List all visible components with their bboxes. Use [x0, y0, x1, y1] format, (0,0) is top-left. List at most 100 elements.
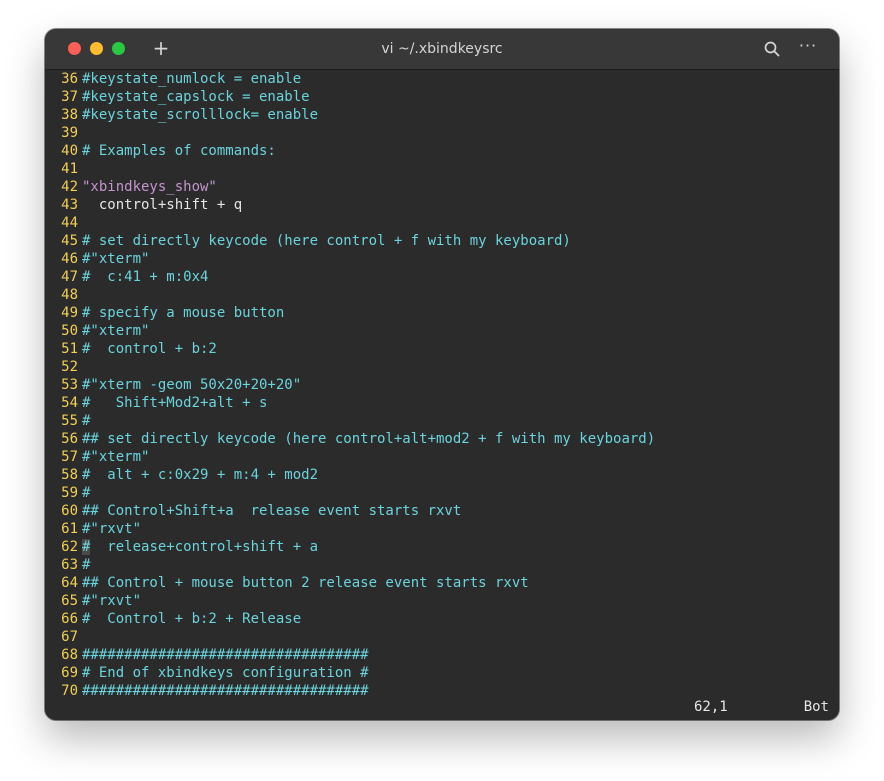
line-number: 50 [61, 323, 78, 339]
line-text-rest: release+control+shift + a [90, 539, 319, 555]
line-text: #keystate_scrolllock= enable [82, 107, 319, 123]
editor-line[interactable]: 45 # set directly keycode (here control +… [53, 232, 839, 250]
line-number: 43 [61, 197, 78, 213]
line-text: control+shift + q [82, 197, 243, 213]
editor-line[interactable]: 40 # Examples of commands: [53, 142, 839, 160]
line-text: #"xterm" [82, 251, 150, 267]
scroll-indicator: Bot [803, 699, 829, 715]
line-text: ################################## [82, 647, 369, 663]
line-number: 65 [61, 593, 78, 609]
editor-lines: 36 #keystate_numlock = enable 37 #keystate_… [53, 70, 839, 700]
editor-line[interactable]: 37 #keystate_capslock = enable [53, 88, 839, 106]
line-number: 47 [61, 269, 78, 285]
line-number: 69 [61, 665, 78, 681]
line-number: 57 [61, 449, 78, 465]
line-text: # release+control+shift + a [82, 539, 318, 555]
line-number: 55 [61, 413, 78, 429]
line-text: # set directly keycode (here control + f… [82, 233, 571, 249]
line-number: 48 [61, 287, 78, 303]
line-number: 51 [61, 341, 78, 357]
editor-line[interactable]: 66 # Control + b:2 + Release [53, 610, 839, 628]
status-line: 62,1 Bot [45, 698, 839, 720]
editor-line[interactable]: 46 #"xterm" [53, 250, 839, 268]
editor-line[interactable]: 49 # specify a mouse button [53, 304, 839, 322]
line-number: 66 [61, 611, 78, 627]
line-number: 44 [61, 215, 78, 231]
line-text: # control + b:2 [82, 341, 217, 357]
line-number: 61 [61, 521, 78, 537]
more-options-icon[interactable]: ··· [797, 37, 819, 57]
line-text: # specify a mouse button [82, 305, 285, 321]
line-text: #"rxvt" [82, 521, 142, 537]
editor-line[interactable]: 50 #"xterm" [53, 322, 839, 340]
editor-line[interactable]: 48 [53, 286, 839, 304]
editor-line[interactable]: 68 ################################## [53, 646, 839, 664]
line-number: 38 [61, 107, 78, 123]
editor-line[interactable]: 36 #keystate_numlock = enable [53, 70, 839, 88]
line-text: #"xterm" [82, 449, 150, 465]
line-text: ## set directly keycode (here control+al… [82, 431, 656, 447]
editor-line[interactable]: 57 #"xterm" [53, 448, 839, 466]
editor-line[interactable]: 63 # [53, 556, 839, 574]
line-text: # Shift+Mod2+alt + s [82, 395, 268, 411]
editor-line[interactable]: 51 # control + b:2 [53, 340, 839, 358]
line-text: # Examples of commands: [82, 143, 276, 159]
line-number: 45 [61, 233, 78, 249]
editor-line[interactable]: 62 # release+control+shift + a [53, 538, 839, 556]
editor-line[interactable]: 64 ## Control + mouse button 2 release ev… [53, 574, 839, 592]
line-text: # c:41 + m:0x4 [82, 269, 209, 285]
line-text: # Control + b:2 + Release [82, 611, 302, 627]
title-bar[interactable]: + vi ~/.xbindkeysrc ··· [45, 29, 839, 70]
line-text: ################################## [82, 683, 369, 699]
line-number: 39 [61, 125, 78, 141]
search-icon[interactable] [763, 40, 781, 58]
line-number: 68 [61, 647, 78, 663]
line-text: #keystate_numlock = enable [82, 71, 302, 87]
editor-line[interactable]: 38 #keystate_scrolllock= enable [53, 106, 839, 124]
line-number: 42 [61, 179, 78, 195]
editor-line[interactable]: 41 [53, 160, 839, 178]
line-number: 59 [61, 485, 78, 501]
editor-line[interactable]: 58 # alt + c:0x29 + m:4 + mod2 [53, 466, 839, 484]
editor-line[interactable]: 39 [53, 124, 839, 142]
line-text: #"xterm -geom 50x20+20+20" [82, 377, 302, 393]
line-number: 63 [61, 557, 78, 573]
line-text: # End of xbindkeys configuration # [82, 665, 369, 681]
line-number: 67 [61, 629, 78, 645]
editor-line[interactable]: 54 # Shift+Mod2+alt + s [53, 394, 839, 412]
terminal-window: + vi ~/.xbindkeysrc ··· 36 #keystate_numl… [45, 29, 839, 720]
editor-line[interactable]: 67 [53, 628, 839, 646]
line-number: 41 [61, 161, 78, 177]
editor-line[interactable]: 47 # c:41 + m:0x4 [53, 268, 839, 286]
line-number: 58 [61, 467, 78, 483]
line-number: 37 [61, 89, 78, 105]
cursor-position: 62,1 [694, 699, 728, 715]
editor-line[interactable]: 44 [53, 214, 839, 232]
line-text: ## Control + mouse button 2 release even… [82, 575, 529, 591]
editor-line[interactable]: 65 #"rxvt" [53, 592, 839, 610]
editor-line[interactable]: 52 [53, 358, 839, 376]
line-text: # [82, 557, 91, 573]
line-number: 56 [61, 431, 78, 447]
line-number: 60 [61, 503, 78, 519]
line-number: 54 [61, 395, 78, 411]
editor-line[interactable]: 60 ## Control+Shift+a release event start… [53, 502, 839, 520]
editor-line[interactable]: 55 # [53, 412, 839, 430]
editor-line[interactable]: 69 # End of xbindkeys configuration # [53, 664, 839, 682]
editor-line[interactable]: 42 "xbindkeys_show" [53, 178, 839, 196]
line-text: ## Control+Shift+a release event starts … [82, 503, 462, 519]
line-text: "xbindkeys_show" [82, 179, 217, 195]
vi-editor[interactable]: 36 #keystate_numlock = enable 37 #keystate_… [45, 70, 839, 720]
line-number: 62 [61, 539, 78, 555]
line-text: # [82, 485, 91, 501]
line-number: 40 [61, 143, 78, 159]
window-title: vi ~/.xbindkeysrc [381, 41, 503, 57]
line-text: # alt + c:0x29 + m:4 + mod2 [82, 467, 319, 483]
line-text: #"xterm" [82, 323, 150, 339]
line-text: #"rxvt" [82, 593, 142, 609]
editor-line[interactable]: 61 #"rxvt" [53, 520, 839, 538]
editor-line[interactable]: 53 #"xterm -geom 50x20+20+20" [53, 376, 839, 394]
editor-line[interactable]: 59 # [53, 484, 839, 502]
editor-line[interactable]: 56 ## set directly keycode (here control+… [53, 430, 839, 448]
editor-line[interactable]: 43 control+shift + q [53, 196, 839, 214]
